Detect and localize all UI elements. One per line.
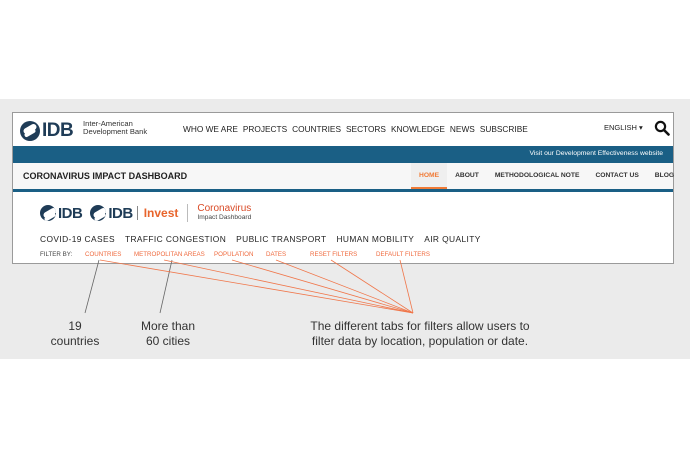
idb-invest-brand: IDB <box>108 204 133 222</box>
tab-human-mobility[interactable]: HUMAN MOBILITY <box>336 234 414 244</box>
screenshot-frame: IDB Inter-American Development Bank WHO … <box>12 112 674 264</box>
filter-dates[interactable]: DATES <box>266 251 286 258</box>
brand-divider <box>187 204 189 222</box>
dashboard-title: CORONAVIRUS IMPACT DASHBOARD <box>23 171 188 181</box>
tab-air-quality[interactable]: AIR QUALITY <box>424 234 481 244</box>
globe-icon <box>90 205 107 221</box>
tab-public-transport[interactable]: PUBLIC TRANSPORT <box>236 234 326 244</box>
filters-note-line1: The different tabs for filters allow use… <box>310 319 530 333</box>
main-nav: WHO WE ARE PROJECTS COUNTRIES SECTORS KN… <box>183 124 528 134</box>
brand-row: IDB IDB Invest Coronavirus Impact Dashbo… <box>40 204 251 222</box>
subnav-home[interactable]: HOME <box>411 163 448 189</box>
nav-subscribe[interactable]: SUBSCRIBE <box>480 124 528 134</box>
cities-note-line2: 60 cities <box>145 334 191 348</box>
filter-label: FILTER BY: <box>40 251 73 258</box>
tab-traffic-congestion[interactable]: TRAFFIC CONGESTION <box>125 234 226 244</box>
logo-text: IDB <box>42 120 74 141</box>
cities-note-line1: More than <box>140 319 196 333</box>
language-select[interactable]: ENGLISH ▾ <box>604 123 643 132</box>
filters-note: The different tabs for filters allow use… <box>290 319 550 349</box>
subnav-blog[interactable]: BLOG <box>647 163 682 189</box>
bank-name: Inter-American Development Bank <box>83 120 173 136</box>
nav-news[interactable]: NEWS <box>450 124 475 134</box>
top-header: IDB Inter-American Development Bank WHO … <box>13 113 673 146</box>
globe-icon <box>20 121 40 141</box>
dashboard-subnav: HOME ABOUT METHODOLOGICAL NOTE CONTACT U… <box>411 163 682 189</box>
subnav-methodological-note[interactable]: METHODOLOGICAL NOTE <box>487 163 588 189</box>
countries-note-line2: countries <box>50 334 100 348</box>
subnav-about[interactable]: ABOUT <box>447 163 487 189</box>
tab-covid-cases[interactable]: COVID-19 CASES <box>40 234 115 244</box>
filter-metropolitan-areas[interactable]: METROPOLITAN AREAS <box>134 251 205 258</box>
filters-note-line2: filter data by location, population or d… <box>311 334 529 348</box>
nav-projects[interactable]: PROJECTS <box>243 124 287 134</box>
coronavirus-title: Coronavirus <box>197 203 252 214</box>
nav-knowledge[interactable]: KNOWLEDGE <box>391 124 445 134</box>
brand-divider <box>136 206 138 220</box>
search-icon[interactable] <box>654 120 670 136</box>
filter-population[interactable]: POPULATION <box>214 251 253 258</box>
idb-logo[interactable]: IDB <box>20 120 74 142</box>
filter-default[interactable]: DEFAULT FILTERS <box>376 251 430 258</box>
bank-name-line2: Development Bank <box>83 127 148 136</box>
filter-countries[interactable]: COUNTRIES <box>85 251 121 258</box>
countries-note: 19 countries <box>40 319 110 349</box>
subnav-contact-us[interactable]: CONTACT US <box>587 163 646 189</box>
nav-who-we-are[interactable]: WHO WE ARE <box>183 124 238 134</box>
idb-brand: IDB <box>58 204 83 222</box>
dashboard-tabs: COVID-19 CASES TRAFFIC CONGESTION PUBLIC… <box>40 234 481 244</box>
globe-icon <box>40 205 56 221</box>
impact-dashboard-subtitle: Impact Dashboard <box>197 214 252 221</box>
dashboard-bar: CORONAVIRUS IMPACT DASHBOARD HOME ABOUT … <box>13 163 674 192</box>
nav-countries[interactable]: COUNTRIES <box>292 124 341 134</box>
countries-note-line1: 19 <box>68 319 82 333</box>
coronavirus-brand: Coronavirus Impact Dashboard <box>197 204 251 222</box>
blue-strip: Visit our Development Effectiveness webs… <box>13 146 673 163</box>
invest-brand: Invest <box>143 206 179 220</box>
effectiveness-link[interactable]: Visit our Development Effectiveness webs… <box>530 150 664 157</box>
cities-note: More than 60 cities <box>128 319 208 349</box>
filter-reset[interactable]: RESET FILTERS <box>310 251 357 258</box>
nav-sectors[interactable]: SECTORS <box>346 124 386 134</box>
